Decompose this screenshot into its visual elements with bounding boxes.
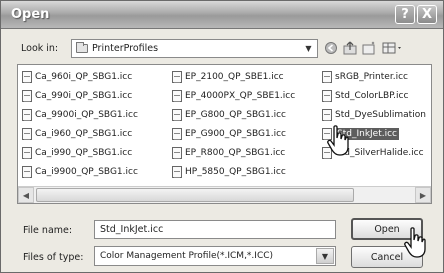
file-item[interactable]: sRGB_Printer.icc (322, 69, 408, 85)
file-item[interactable]: HP_5850_QP_SBG1.icc (172, 164, 286, 180)
file-name-input[interactable] (94, 220, 336, 239)
file-icon (172, 147, 182, 159)
dialog-title: Open (11, 7, 50, 22)
help-button[interactable]: ? (395, 5, 415, 24)
file-icon (22, 71, 32, 83)
folder-icon (76, 42, 88, 53)
file-name: EP_4000PX_QP_SBE1.icc (185, 91, 296, 101)
file-item[interactable]: EP_R800_QP_SBG1.icc (172, 145, 285, 161)
horizontal-scrollbar[interactable]: ◀ ▶ (18, 186, 431, 203)
file-item[interactable]: EP_4000PX_QP_SBE1.icc (172, 88, 295, 104)
file-item[interactable]: EP_G800_QP_SBG1.icc (172, 107, 286, 123)
open-dialog: Open ? X Look in: PrinterProfiles ▼ Ca_9… (0, 0, 444, 273)
scroll-right-icon[interactable]: ▶ (415, 187, 431, 203)
file-name: Ca_9900i_QP_SBG1.icc (35, 110, 138, 120)
file-name: Ca_960i_QP_SBG1.icc (35, 72, 133, 82)
file-item[interactable]: EP_2100_QP_SBE1.icc (172, 69, 284, 85)
title-bar[interactable]: Open ? X (1, 1, 443, 29)
file-type-value: Color Management Profile(*.ICM,*.ICC) (100, 251, 274, 261)
new-folder-icon[interactable] (361, 38, 377, 58)
file-icon (172, 90, 182, 102)
hand-cursor-icon (404, 227, 426, 258)
file-name: Ca_i9900_QP_SBG1.icc (35, 167, 138, 177)
look-in-dropdown[interactable]: PrinterProfiles ▼ (71, 39, 318, 58)
scroll-left-icon[interactable]: ◀ (18, 187, 34, 203)
file-item[interactable]: Ca_990i_QP_SBG1.icc (22, 88, 132, 104)
file-name-label: File name: (23, 225, 73, 236)
file-item[interactable]: Ca_i960_QP_SBG1.icc (22, 126, 132, 142)
file-name: EP_G800_QP_SBG1.icc (185, 110, 286, 120)
file-name: EP_G900_QP_SBG1.icc (185, 129, 286, 139)
look-in-value: PrinterProfiles (92, 43, 159, 54)
file-name: sRGB_Printer.icc (335, 72, 408, 82)
file-icon (22, 90, 32, 102)
file-item[interactable]: Ca_i990_QP_SBG1.icc (22, 145, 132, 161)
file-item[interactable]: Ca_9900i_QP_SBG1.icc (22, 107, 138, 123)
file-icon (322, 109, 332, 121)
file-item[interactable]: Ca_i9900_QP_SBG1.icc (22, 164, 138, 180)
file-item[interactable]: Ca_960i_QP_SBG1.icc (22, 69, 132, 85)
look-in-label: Look in: (21, 43, 59, 54)
file-icon (172, 109, 182, 121)
file-list[interactable]: Ca_960i_QP_SBG1.icc Ca_990i_QP_SBG1.icc Ca… (17, 64, 432, 204)
file-item[interactable]: EP_G900_QP_SBG1.icc (172, 126, 286, 142)
file-icon (172, 166, 182, 178)
file-item[interactable]: Std_DyeSublimation (322, 107, 426, 123)
back-arrow-icon[interactable] (323, 38, 339, 58)
file-icon (22, 166, 32, 178)
file-type-dropdown[interactable]: Color Management Profile(*.ICM,*.ICC) ▼ (94, 246, 336, 266)
view-menu-icon[interactable] (381, 38, 405, 58)
file-icon (172, 128, 182, 140)
file-icon (322, 90, 332, 102)
file-name: Std_DyeSublimation (335, 110, 426, 120)
up-folder-icon[interactable] (342, 38, 358, 58)
file-name: Ca_i990_QP_SBG1.icc (35, 148, 133, 158)
file-name: Ca_990i_QP_SBG1.icc (35, 91, 133, 101)
file-name: HP_5850_QP_SBG1.icc (185, 167, 286, 177)
file-icon (22, 128, 32, 140)
chevron-down-icon[interactable]: ▼ (316, 248, 334, 264)
chevron-down-icon[interactable]: ▼ (302, 42, 315, 55)
close-button[interactable]: X (417, 5, 437, 24)
file-icon (172, 71, 182, 83)
hand-cursor-icon (327, 125, 349, 156)
file-icon (22, 147, 32, 159)
file-item[interactable]: Std_ColorLBP.icc (322, 88, 408, 104)
scroll-thumb[interactable] (36, 188, 354, 202)
file-icon (22, 109, 32, 121)
file-name: EP_2100_QP_SBE1.icc (185, 72, 284, 82)
file-icon (322, 71, 332, 83)
file-name: Std_ColorLBP.icc (335, 91, 409, 101)
file-name: EP_R800_QP_SBG1.icc (185, 148, 286, 158)
file-name: Ca_i960_QP_SBG1.icc (35, 129, 133, 139)
file-type-label: Files of type: (23, 252, 84, 263)
